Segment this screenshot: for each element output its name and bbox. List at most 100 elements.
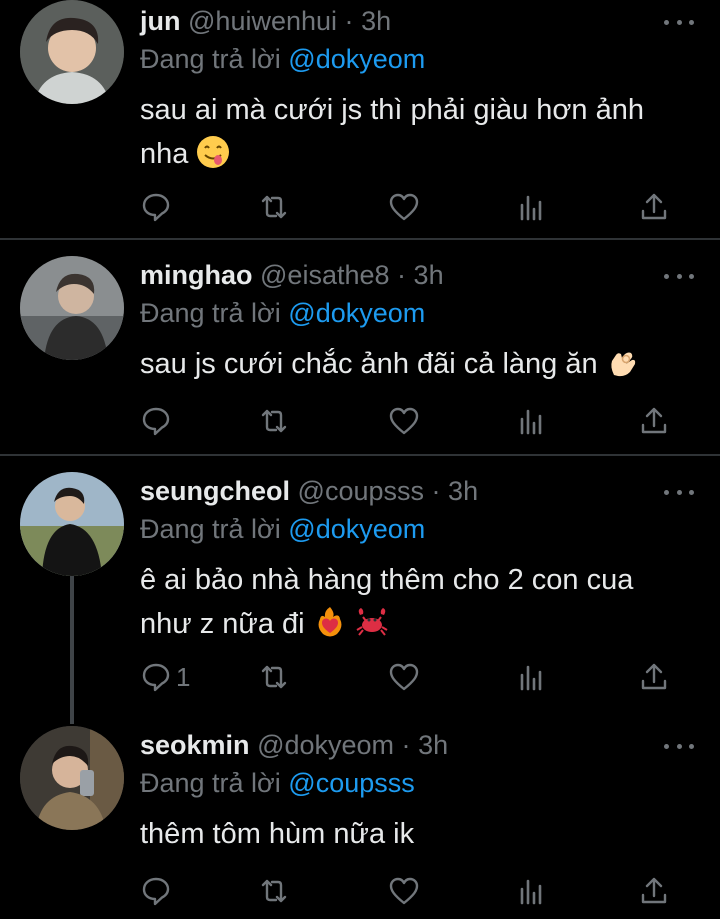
- tweet-header: seokmin @dokyeom · 3h: [140, 730, 448, 761]
- like-button[interactable]: [388, 874, 420, 908]
- views-button[interactable]: [516, 874, 548, 908]
- replying-to: Đang trả lời @dokyeom: [140, 514, 425, 545]
- action-bar: [140, 874, 700, 908]
- like-button[interactable]: [388, 660, 420, 694]
- mention-link[interactable]: @dokyeom: [288, 514, 425, 544]
- share-icon: [641, 193, 667, 220]
- replying-to-label: Đang trả lời: [140, 44, 281, 74]
- tweet-text: ê ai bảo nhà hàng thêm cho 2 con cua như…: [140, 558, 700, 646]
- reply-button[interactable]: [140, 190, 176, 224]
- reply-button[interactable]: [140, 874, 176, 908]
- timestamp[interactable]: 3h: [448, 476, 478, 506]
- heart-icon: [389, 877, 419, 905]
- crab-emoji: [356, 608, 388, 636]
- share-button[interactable]: [638, 660, 670, 694]
- display-name[interactable]: minghao: [140, 260, 253, 290]
- replying-to: Đang trả lời @dokyeom: [140, 298, 425, 329]
- tweet-seokmin[interactable]: seokmin @dokyeom · 3h Đang trả lời @coup…: [0, 718, 720, 919]
- user-handle[interactable]: @eisathe8: [260, 260, 390, 290]
- tweet-text-line: sau js cưới chắc ảnh đãi cả làng ăn: [140, 348, 598, 380]
- heart-on-fire-emoji: [318, 607, 342, 637]
- retweet-button[interactable]: [258, 874, 290, 908]
- tweet-text: sau ai mà cưới js thì phải giàu hơn ảnh …: [140, 88, 700, 176]
- user-handle[interactable]: @coupsss: [298, 476, 424, 506]
- tweet-text-line: thêm tôm hùm nữa ik: [140, 818, 415, 850]
- tweet-text-line: như z nữa đi: [140, 608, 305, 640]
- share-icon: [641, 407, 667, 434]
- share-button[interactable]: [638, 874, 670, 908]
- views-chart-icon: [520, 409, 542, 435]
- like-button[interactable]: [388, 404, 420, 438]
- reply-button[interactable]: 1: [140, 660, 190, 694]
- tweet-text: sau js cưới chắc ảnh đãi cả làng ăn: [140, 342, 700, 386]
- more-options-icon[interactable]: [664, 271, 694, 281]
- tweet-header: minghao @eisathe8 · 3h: [140, 260, 444, 291]
- share-button[interactable]: [638, 190, 670, 224]
- reply-button[interactable]: [140, 404, 176, 438]
- heart-icon: [389, 193, 419, 221]
- more-options-icon[interactable]: [664, 17, 694, 27]
- avatar[interactable]: [20, 256, 124, 360]
- avatar[interactable]: [20, 0, 124, 104]
- retweet-icon: [261, 879, 287, 903]
- tweet-text: thêm tôm hùm nữa ik: [140, 812, 700, 856]
- heart-icon: [389, 663, 419, 691]
- views-chart-icon: [520, 195, 542, 221]
- replying-to-label: Đang trả lời: [140, 514, 281, 544]
- reply-icon: [142, 877, 170, 906]
- avatar[interactable]: [20, 472, 124, 576]
- tweet-text-line: sau ai mà cưới js thì phải giàu hơn ảnh: [140, 94, 645, 126]
- views-chart-icon: [520, 665, 542, 691]
- views-button[interactable]: [516, 404, 548, 438]
- tweet-header: jun @huiwenhui · 3h: [140, 6, 391, 37]
- tweet-text-line: ê ai bảo nhà hàng thêm cho 2 con cua: [140, 564, 634, 596]
- timestamp[interactable]: 3h: [414, 260, 444, 290]
- tweet-minghao[interactable]: minghao @eisathe8 · 3h Đang trả lời @dok…: [0, 240, 720, 452]
- reply-icon: [142, 193, 170, 222]
- face-savoring-food-emoji: [197, 136, 230, 168]
- retweet-button[interactable]: [258, 660, 290, 694]
- views-button[interactable]: [516, 190, 548, 224]
- action-bar: 1: [140, 660, 700, 694]
- reply-icon: [142, 663, 170, 692]
- replying-to-label: Đang trả lời: [140, 298, 281, 328]
- more-options-icon[interactable]: [664, 741, 694, 751]
- display-name[interactable]: seokmin: [140, 730, 250, 760]
- share-button[interactable]: [638, 404, 670, 438]
- more-options-icon[interactable]: [664, 487, 694, 497]
- display-name[interactable]: seungcheol: [140, 476, 290, 506]
- user-handle[interactable]: @dokyeom: [257, 730, 394, 760]
- views-button[interactable]: [516, 660, 548, 694]
- replying-to: Đang trả lời @coupsss: [140, 768, 415, 799]
- timestamp[interactable]: 3h: [418, 730, 448, 760]
- like-button[interactable]: [388, 190, 420, 224]
- heart-icon: [389, 407, 419, 435]
- retweet-icon: [261, 195, 287, 219]
- user-handle[interactable]: @huiwenhui: [188, 6, 337, 36]
- tweet-jun[interactable]: jun @huiwenhui · 3h Đang trả lời @dokyeo…: [0, 0, 720, 238]
- retweet-icon: [261, 409, 287, 433]
- avatar[interactable]: [20, 726, 124, 830]
- views-chart-icon: [520, 879, 542, 905]
- action-bar: [140, 404, 700, 438]
- mention-link[interactable]: @coupsss: [288, 768, 414, 798]
- replying-to: Đang trả lời @dokyeom: [140, 44, 425, 75]
- reply-icon: [142, 407, 170, 436]
- display-name[interactable]: jun: [140, 6, 181, 36]
- tweet-text-line: nha: [140, 138, 189, 170]
- mention-link[interactable]: @dokyeom: [288, 44, 425, 74]
- separator-dot: ·: [344, 6, 354, 36]
- tweet-seungcheol[interactable]: seungcheol @coupsss · 3h Đang trả lời @d…: [0, 456, 720, 718]
- retweet-button[interactable]: [258, 404, 290, 438]
- replying-to-label: Đang trả lời: [140, 768, 281, 798]
- share-icon: [641, 877, 667, 904]
- separator-dot: ·: [431, 476, 441, 506]
- retweet-button[interactable]: [258, 190, 290, 224]
- share-icon: [641, 663, 667, 690]
- mention-link[interactable]: @dokyeom: [288, 298, 425, 328]
- retweet-icon: [261, 665, 287, 689]
- separator-dot: ·: [401, 730, 411, 760]
- timestamp[interactable]: 3h: [361, 6, 391, 36]
- action-bar: [140, 190, 700, 224]
- ok-hand-emoji: [610, 352, 635, 377]
